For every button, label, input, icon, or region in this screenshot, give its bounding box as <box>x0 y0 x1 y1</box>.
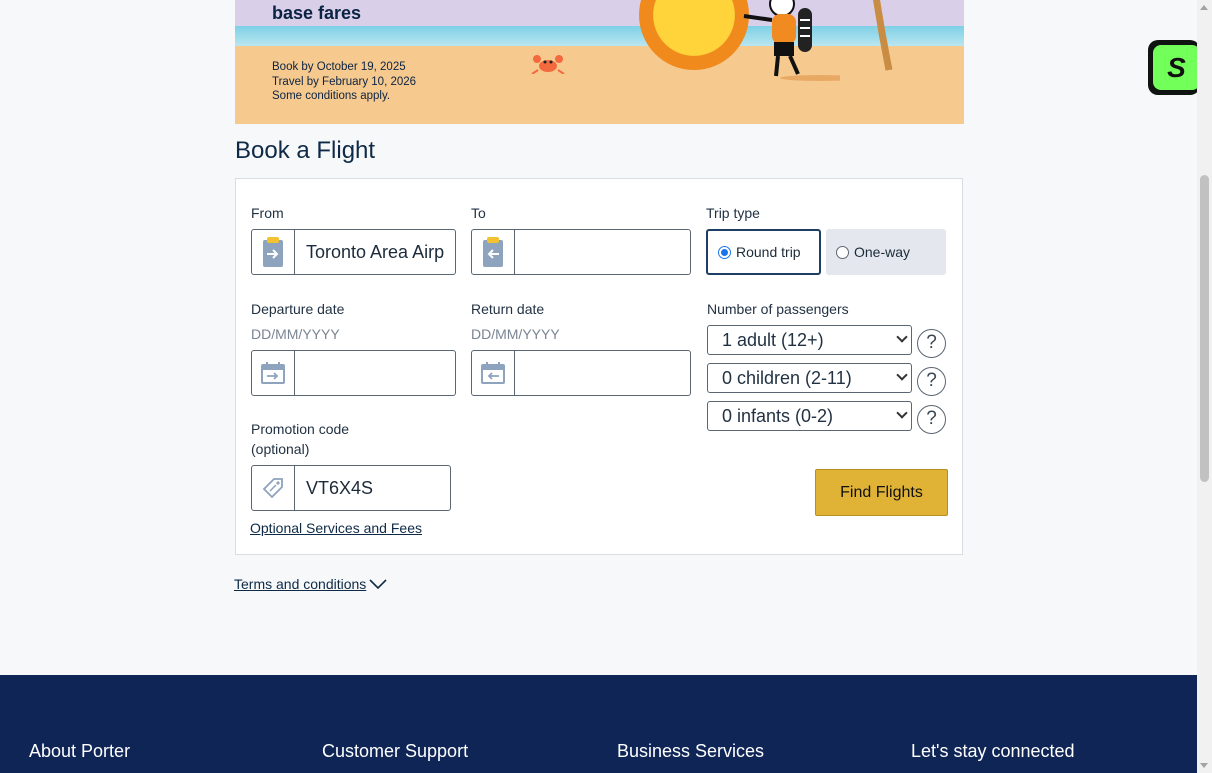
promo-code-optional-label: (optional) <box>251 441 310 457</box>
extension-logo-icon: S <box>1153 45 1200 90</box>
terms-and-conditions-toggle[interactable]: Terms and conditions <box>234 576 387 592</box>
footer-support-heading: Customer Support <box>322 741 469 761</box>
promo-code-input[interactable]: VT6X4S <box>295 466 450 510</box>
to-field[interactable] <box>471 229 691 275</box>
promo-banner[interactable]: base fares Book by October 19, 2025 Trav… <box>235 0 964 124</box>
return-date-input[interactable] <box>515 351 690 395</box>
crab-illustration <box>531 55 565 74</box>
airport-departure-icon <box>252 230 295 274</box>
floating-extension-button[interactable]: S <box>1148 40 1200 95</box>
departure-date-input[interactable] <box>295 351 455 395</box>
page-scrollbar[interactable] <box>1197 0 1212 773</box>
children-select-value: 0 children (2-11) <box>722 368 852 388</box>
terms-link-text: Terms and conditions <box>234 576 367 592</box>
calendar-return-icon[interactable] <box>472 351 515 395</box>
round-trip-radio[interactable] <box>718 245 731 259</box>
one-way-label: One-way <box>854 244 911 260</box>
trip-type-label: Trip type <box>706 205 760 221</box>
round-trip-option[interactable]: Round trip <box>706 229 821 275</box>
from-field[interactable]: Toronto Area Airp <box>251 229 456 275</box>
departure-date-label: Departure date <box>251 301 345 317</box>
one-way-radio[interactable] <box>836 245 849 259</box>
scroll-up-arrow-icon[interactable] <box>1200 5 1208 10</box>
chevron-down-icon <box>896 369 908 381</box>
departure-date-format-hint: DD/MM/YYYY <box>251 326 340 342</box>
find-flights-button[interactable]: Find Flights <box>815 469 948 516</box>
infants-select-value: 0 infants (0-2) <box>722 406 834 426</box>
round-trip-label: Round trip <box>736 244 801 260</box>
return-date-field[interactable] <box>471 350 691 396</box>
to-label: To <box>471 205 486 221</box>
palm-tree-illustration <box>872 0 893 71</box>
scroll-down-arrow-icon[interactable] <box>1200 763 1208 768</box>
infants-select[interactable]: 0 infants (0-2) <box>707 401 912 431</box>
promo-code-label: Promotion code <box>251 421 350 437</box>
airport-arrival-icon <box>472 230 515 274</box>
return-date-label: Return date <box>471 301 545 317</box>
tag-icon <box>252 466 295 510</box>
children-select[interactable]: 0 children (2-11) <box>707 363 912 393</box>
departure-date-field[interactable] <box>251 350 456 396</box>
chevron-down-icon <box>896 331 908 343</box>
adults-select-value: 1 adult (12+) <box>722 330 824 350</box>
banner-book-by: Book by October 19, 2025 <box>272 61 406 73</box>
adults-help-icon[interactable]: ? <box>917 329 946 358</box>
from-input[interactable]: Toronto Area Airp <box>295 230 455 274</box>
footer-connect-heading: Let's stay connected <box>911 741 1075 761</box>
one-way-option[interactable]: One-way <box>826 229 946 275</box>
banner-headline: base fares <box>272 3 362 23</box>
adults-select[interactable]: 1 adult (12+) <box>707 325 912 355</box>
to-input[interactable] <box>515 230 690 274</box>
footer-about-heading: About Porter <box>29 741 131 761</box>
raccoon-mascot-illustration <box>743 0 840 81</box>
scrollbar-thumb[interactable] <box>1200 175 1209 482</box>
from-label: From <box>251 205 284 221</box>
children-help-icon[interactable]: ? <box>917 367 946 396</box>
footer-business-heading: Business Services <box>617 741 765 761</box>
site-footer: About Porter Customer Support Business S… <box>0 675 1197 773</box>
calendar-departure-icon[interactable] <box>252 351 295 395</box>
return-date-format-hint: DD/MM/YYYY <box>471 326 560 342</box>
page-title: Book a Flight <box>235 137 376 164</box>
passengers-label: Number of passengers <box>707 301 849 317</box>
optional-services-link[interactable]: Optional Services and Fees <box>250 520 422 536</box>
infants-help-icon[interactable]: ? <box>917 405 946 434</box>
promo-code-field[interactable]: VT6X4S <box>251 465 451 511</box>
chevron-down-icon <box>369 579 387 589</box>
banner-travel-by: Travel by February 10, 2026 <box>272 76 417 88</box>
chevron-down-icon <box>896 407 908 419</box>
banner-conditions: Some conditions apply. <box>272 90 391 102</box>
